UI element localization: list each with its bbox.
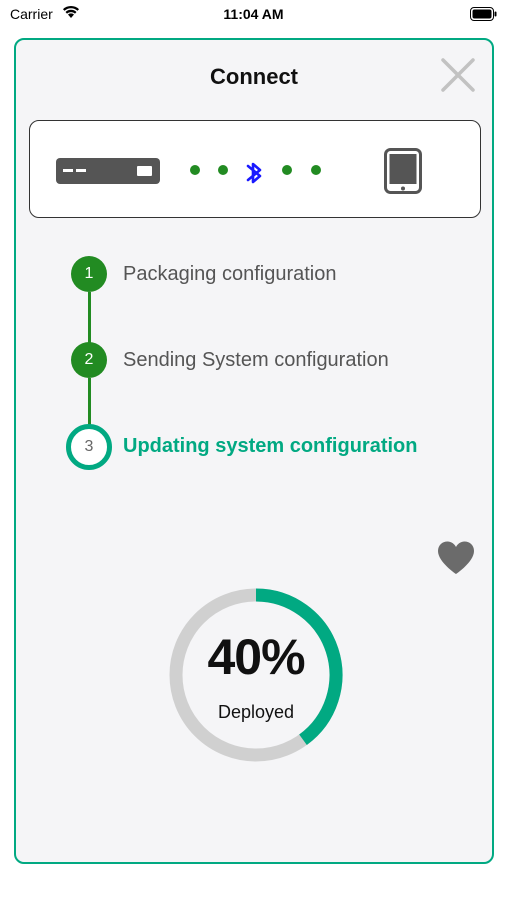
progress-percent: 40%: [207, 629, 305, 685]
link-dot: [311, 165, 321, 175]
close-icon[interactable]: [440, 57, 476, 93]
link-dot: [190, 165, 200, 175]
connection-panel: [29, 120, 481, 218]
status-bar: Carrier 11:04 AM: [0, 0, 507, 30]
step-2-label: Sending System configuration: [123, 349, 389, 371]
link-dot: [218, 165, 228, 175]
step-1-label: Packaging configuration: [123, 263, 337, 285]
step-3-badge: 3: [66, 424, 112, 470]
link-dot: [282, 165, 292, 175]
connect-dialog: Connect 1 Packaging configuration 2 Send…: [14, 38, 494, 864]
step-1-badge: 1: [71, 256, 107, 292]
connection-link: [190, 162, 321, 184]
dialog-title: Connect: [210, 64, 298, 89]
clock: 11:04 AM: [223, 6, 284, 22]
bluetooth-icon: [246, 162, 262, 184]
tablet-icon: [384, 148, 422, 194]
step-2-badge: 2: [71, 342, 107, 378]
server-icon: [56, 158, 160, 184]
battery-icon: [470, 7, 497, 21]
heart-icon[interactable]: [436, 540, 476, 576]
progress-caption: Deployed: [217, 702, 295, 722]
step-3-label: Updating system configuration: [123, 435, 418, 457]
